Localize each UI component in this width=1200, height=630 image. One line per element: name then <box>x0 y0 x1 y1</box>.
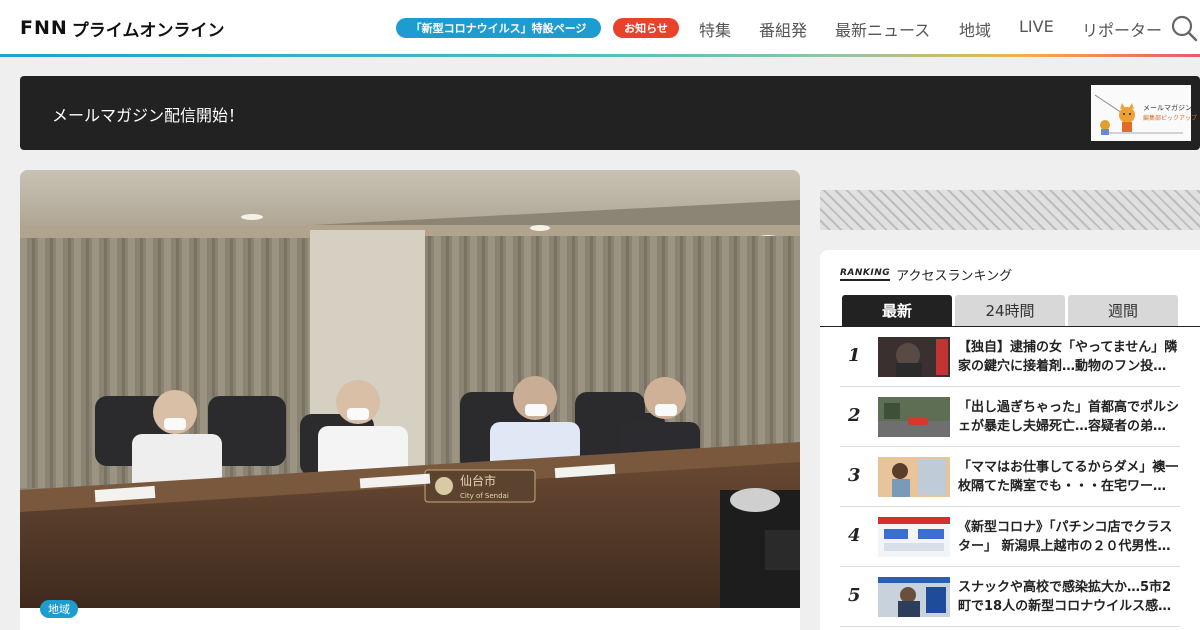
ranking-item[interactable]: 3 「ママはお仕事してるからダメ」襖一枚隔てた隣室でも・・・在宅ワー… <box>840 447 1180 507</box>
ranking-item[interactable]: 2 「出し過ぎちゃった」首都高でポルシェが暴走し夫婦死亡…容疑者の弟… <box>840 387 1180 447</box>
nameplate-english: City of Sendai <box>460 492 509 500</box>
rank-title: 「出し過ぎちゃった」首都高でポルシェが暴走し夫婦死亡…容疑者の弟… <box>958 400 1180 434</box>
nav-latest-news[interactable]: 最新ニュース <box>835 17 930 41</box>
ranking-header: RANKING アクセスランキング <box>840 265 1012 284</box>
ranking-logo: RANKING <box>840 268 891 281</box>
header-accent-bar <box>0 54 1200 57</box>
rank-title: 《新型コロナ》「パチンコ店でクラスター」 新潟県上越市の２０代男性… <box>958 520 1173 554</box>
rank-thumbnail <box>878 337 950 377</box>
logo-prime-online: プライムオンライン <box>71 20 225 41</box>
ranking-item[interactable]: 5 スナックや高校で感染拡大か…5市2町で18人の新型コロナウイルス感… <box>840 567 1180 627</box>
ranking-title: アクセスランキング <box>896 269 1013 284</box>
tab-weekly[interactable]: 週間 <box>1068 295 1178 326</box>
ad-placeholder <box>820 190 1200 230</box>
rank-number: 1 <box>848 345 861 366</box>
article-main-image[interactable]: 仙台市 City of Sendai 地域 <box>20 170 800 630</box>
press-conference-photo: 仙台市 City of Sendai <box>20 170 800 608</box>
banner-text: メールマガジン配信開始！ <box>52 106 245 125</box>
site-logo[interactable]: FNN プライムオンライン <box>20 16 225 41</box>
notice-link[interactable]: お知らせ <box>613 18 679 38</box>
rank-thumbnail <box>878 517 950 557</box>
nav-reporter[interactable]: リポーター <box>1082 17 1162 41</box>
tab-24h[interactable]: 24時間 <box>955 295 1065 326</box>
search-icon[interactable] <box>1170 14 1198 42</box>
access-ranking-panel: RANKING アクセスランキング 最新 24時間 週間 1 【独自】逮捕の女「… <box>820 250 1200 630</box>
banner-thumbnail: メールマガジン 編集部ピックアップ <box>1091 85 1197 141</box>
tab-latest[interactable]: 最新 <box>842 295 952 326</box>
region-badge[interactable]: 地域 <box>40 600 78 618</box>
rank-number: 2 <box>848 405 861 426</box>
rank-thumbnail <box>878 577 950 617</box>
banner-thumb-subtitle: 編集部ピックアップ <box>1143 115 1198 122</box>
nameplate-text: 仙台市 <box>460 473 496 488</box>
logo-fnn: FNN <box>20 17 68 39</box>
rank-number: 4 <box>848 525 861 546</box>
rank-title: 【独自】逮捕の女「やってません」隣家の鍵穴に接着剤…動物のフン投… <box>958 340 1178 374</box>
ranking-item[interactable]: 4 《新型コロナ》「パチンコ店でクラスター」 新潟県上越市の２０代男性… <box>840 507 1180 567</box>
nav-feature[interactable]: 特集 <box>699 17 731 41</box>
rank-thumbnail <box>878 457 950 497</box>
rank-title: スナックや高校で感染拡大か…5市2町で18人の新型コロナウイルス感… <box>958 580 1172 614</box>
rank-number: 5 <box>848 585 861 606</box>
ranking-item[interactable]: 1 【独自】逮捕の女「やってません」隣家の鍵穴に接着剤…動物のフン投… <box>840 327 1180 387</box>
nav-live[interactable]: LIVE <box>1019 17 1054 36</box>
rank-thumbnail <box>878 397 950 437</box>
nav-region[interactable]: 地域 <box>959 17 991 41</box>
mail-magazine-banner[interactable]: メールマガジン配信開始！ メールマガジン 編集部ピックアップ <box>20 76 1200 150</box>
site-header: FNN プライムオンライン 「新型コロナウイルス」特設ページ お知らせ 特集 番… <box>0 0 1200 54</box>
nav-programs[interactable]: 番組発 <box>759 17 807 41</box>
ranking-tabs: 最新 24時間 週間 <box>842 295 1178 326</box>
rank-number: 3 <box>848 465 861 486</box>
corona-special-page-link[interactable]: 「新型コロナウイルス」特設ページ <box>396 18 601 38</box>
banner-thumb-title: メールマガジン <box>1143 104 1192 112</box>
rank-title: 「ママはお仕事してるからダメ」襖一枚隔てた隣室でも・・・在宅ワー… <box>958 460 1179 494</box>
